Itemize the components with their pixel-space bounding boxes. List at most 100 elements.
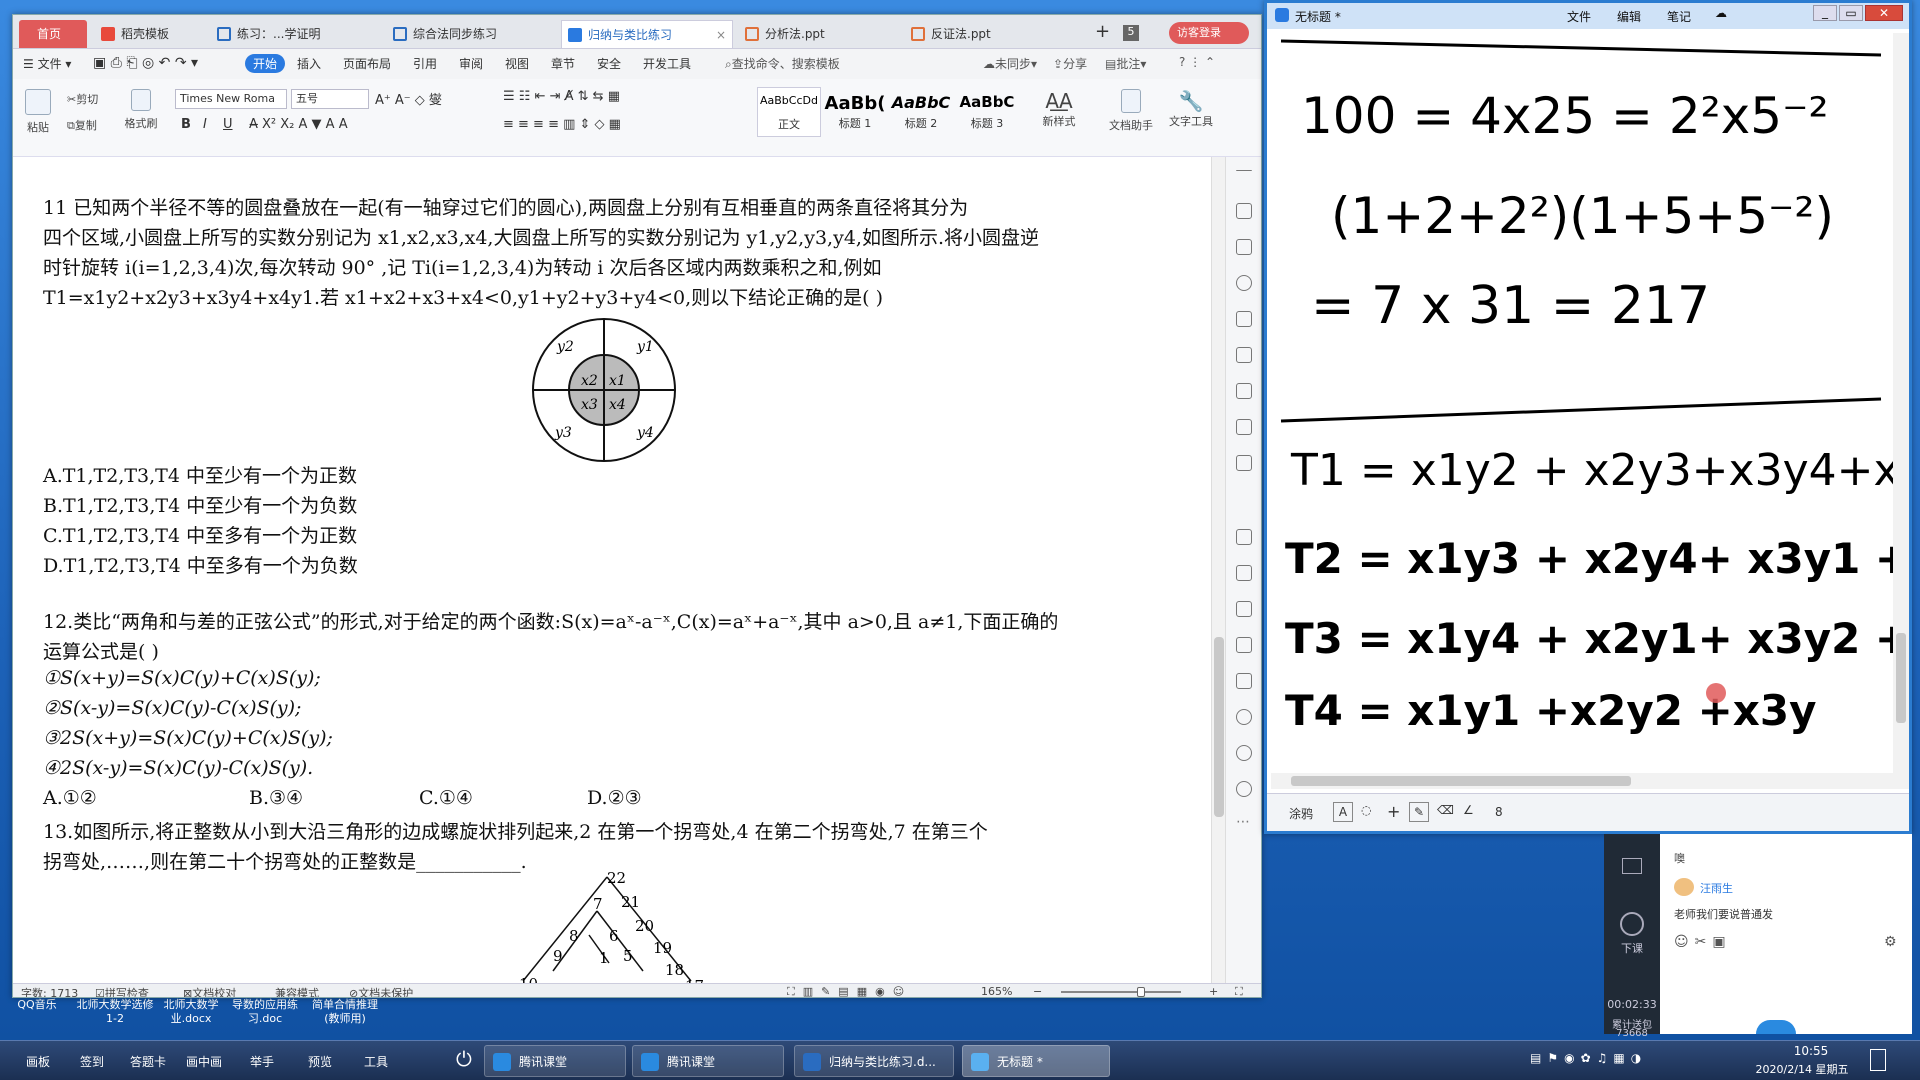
settings-gear-icon[interactable]: ⚙ (1884, 934, 1897, 950)
fullscreen-icon[interactable] (1622, 858, 1642, 874)
italic-icon[interactable]: I (203, 117, 207, 132)
chart-icon[interactable] (1236, 455, 1252, 471)
view-mode-icons[interactable]: ⛶▥✎▤▦◉☺ (787, 985, 912, 997)
whiteboard-horizontal-scrollbar[interactable] (1271, 773, 1893, 789)
tb-signin[interactable]: 签到 (80, 1053, 104, 1070)
new-tab-icon[interactable]: + (1095, 21, 1110, 42)
search-command[interactable]: ⌕查找命令、搜索模板 (725, 55, 840, 72)
tab-synthesis-practice[interactable]: 综合法同步练习 (387, 20, 555, 48)
table-icon[interactable] (1236, 383, 1252, 399)
font-name-select[interactable]: Times New Roma (175, 89, 287, 109)
menu-page-layout[interactable]: 页面布局 (343, 55, 391, 72)
image-icon[interactable] (1236, 673, 1252, 689)
close-tab-icon[interactable]: × (716, 21, 726, 48)
desktop-icon[interactable]: 北师大数学选修1-2 (76, 998, 154, 1026)
doc-helper-button[interactable]: 文档助手 (1103, 89, 1159, 133)
menu-chapter[interactable]: 章节 (551, 55, 575, 72)
menu-view[interactable]: 视图 (505, 55, 529, 72)
doc-icon[interactable] (1236, 529, 1252, 545)
fit-page-icon[interactable]: ⛶ (1235, 985, 1243, 997)
scroll-thumb[interactable] (1291, 776, 1631, 786)
minimize-icon[interactable]: _ (1813, 5, 1837, 21)
tb-drawboard[interactable]: 画板 (26, 1053, 50, 1070)
menu-security[interactable]: 安全 (597, 55, 621, 72)
cloud-icon[interactable]: ☁ (1715, 6, 1727, 20)
wb-menu-file[interactable]: 文件 (1567, 8, 1591, 25)
desktop-icon[interactable]: 导数的应用练习.doc (228, 998, 302, 1026)
comment-button[interactable]: ▤批注▾ (1105, 55, 1146, 72)
help-icon[interactable]: ? ⋮ ⌃ (1179, 55, 1215, 69)
whiteboard-canvas[interactable]: 100 = 4x25 = 2²x5⁻² (1+2+2²)(1+5+5⁻²) = … (1271, 33, 1893, 773)
more-icon[interactable]: ⋯ (1236, 815, 1252, 833)
document-page[interactable]: 11 已知两个半径不等的圆盘叠放在一起(有一轴穿过它们的圆心),两圆盘上分别有互… (13, 157, 1211, 983)
help-icon[interactable] (1236, 781, 1252, 797)
taskbar-app-wps[interactable]: 归纳与类比练习.d... (794, 1045, 954, 1077)
tb-preview[interactable]: 预览 (308, 1053, 332, 1070)
export-icon[interactable] (1236, 565, 1252, 581)
zoom-slider[interactable] (1061, 991, 1181, 993)
eraser-icon[interactable]: ⌫ (1437, 803, 1454, 817)
history-icon[interactable] (1236, 745, 1252, 761)
link-icon[interactable] (1236, 601, 1252, 617)
whiteboard-vertical-scrollbar[interactable] (1893, 33, 1909, 789)
clock-time[interactable]: 10:55 (1756, 1044, 1866, 1058)
new-style-button[interactable]: A͟A 新样式 (1037, 89, 1081, 129)
cut-button[interactable]: ✂剪切 (67, 91, 98, 107)
add-icon[interactable]: + (1387, 802, 1400, 821)
tb-pip[interactable]: 画中画 (186, 1053, 222, 1070)
document-vertical-scrollbar[interactable] (1211, 157, 1225, 983)
sync-status[interactable]: ☁未同步▾ (983, 55, 1037, 72)
quick-access-icons[interactable]: ▣ ⎙ ⎗ ◎ ↶ ↷ ▾ (93, 55, 198, 71)
taskbar-app-tencent2[interactable]: 腾讯课堂 (632, 1045, 784, 1077)
desktop-icon[interactable]: QQ音乐 (12, 998, 62, 1012)
tray-icons[interactable]: ▤⚑◉✿♫▦◑ (1530, 1051, 1647, 1065)
doc-protection[interactable]: ⊘文档未保护 (349, 985, 413, 997)
text-effects-icons[interactable]: A̶ X² X₂ A ▼ A A (249, 117, 348, 132)
shape-icon[interactable] (1236, 311, 1252, 327)
tab-induction-analogy[interactable]: 归纳与类比练习 × (561, 20, 733, 48)
tab-practice-proof[interactable]: 练习：...学证明 (211, 20, 381, 48)
box-icon[interactable] (1236, 637, 1252, 653)
blue-float-button[interactable] (1756, 1020, 1796, 1034)
align-icons[interactable]: ≡ ≡ ≡ ≡ ▥ ⇕ ◇ ▦ (503, 117, 621, 132)
line-color-icon[interactable]: ∠ (1463, 803, 1474, 817)
paste-button[interactable]: 粘贴 (21, 89, 55, 135)
style-normal[interactable]: AaBbCcDd 正文 (757, 87, 821, 137)
format-painter-button[interactable]: 格式刷 (121, 89, 161, 131)
menu-references[interactable]: 引用 (413, 55, 437, 72)
apps-icon[interactable] (1236, 419, 1252, 435)
layers-icon[interactable] (1236, 347, 1252, 363)
font-size-adjust-icons[interactable]: A⁺ A⁻ ◇ 燮 (375, 89, 442, 108)
tab-contradiction-ppt[interactable]: 反证法.ppt (905, 20, 1065, 48)
menu-start[interactable]: 开始 (245, 54, 286, 73)
location-icon[interactable] (1236, 275, 1252, 291)
power-icon[interactable]: ⏻ (456, 1047, 472, 1071)
share-button[interactable]: ⇪分享 (1053, 55, 1087, 72)
tb-answer-card[interactable]: 答题卡 (130, 1053, 166, 1070)
tab-analysis-ppt[interactable]: 分析法.ppt (739, 20, 899, 48)
menu-file[interactable]: ☰ 文件 ▾ (23, 55, 71, 72)
menu-review[interactable]: 审阅 (459, 55, 483, 72)
menu-insert[interactable]: 插入 (297, 55, 321, 72)
taskbar-app-whiteboard[interactable]: 无标题 * (962, 1045, 1110, 1077)
zoom-level[interactable]: 165% (981, 985, 1012, 997)
style-heading1[interactable]: AaBb(标题 1 (823, 87, 887, 137)
desktop-icon[interactable]: 北师大数学业.docx (158, 998, 224, 1026)
wb-menu-notes[interactable]: 笔记 (1667, 8, 1691, 25)
maximize-icon[interactable]: ▭ (1839, 5, 1863, 21)
text-tool-icon[interactable]: A (1333, 802, 1353, 822)
tab-home[interactable]: 首页 (19, 20, 87, 48)
leave-class-label[interactable]: 下课 (1604, 940, 1660, 956)
power-icon[interactable] (1620, 912, 1644, 936)
text-tools-button[interactable]: 🔧 文字工具 (1163, 89, 1219, 129)
style-heading2[interactable]: AaBbC 标题 2 (889, 87, 953, 137)
show-desktop-icon[interactable] (1870, 1049, 1886, 1071)
pen-icon[interactable]: ✎ (1409, 802, 1429, 822)
chat-tool-icons[interactable]: ☺✂▣ (1674, 934, 1732, 950)
pen-size[interactable]: 8 (1495, 805, 1503, 819)
font-size-select[interactable]: 五号 (291, 89, 369, 109)
zoom-slider-thumb[interactable] (1137, 987, 1145, 997)
target-icon[interactable] (1236, 709, 1252, 725)
lasso-icon[interactable]: ◌ (1361, 803, 1371, 817)
tb-tools[interactable]: 工具 (364, 1053, 388, 1070)
